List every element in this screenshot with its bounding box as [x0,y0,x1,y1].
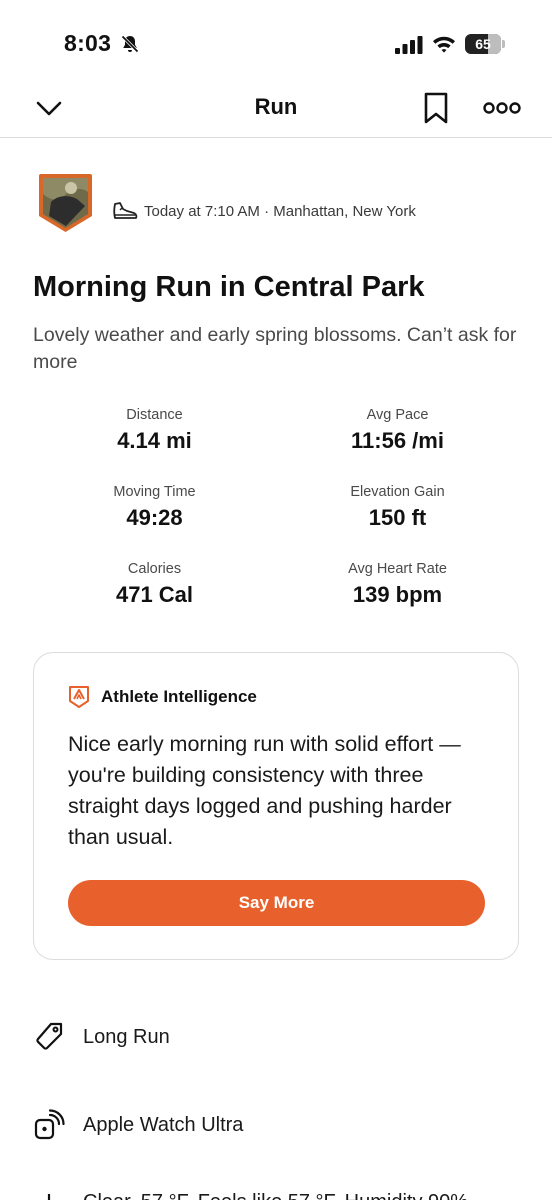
chevron-down-icon[interactable] [34,94,64,124]
page-title: Run [254,94,298,119]
detail-text: Long Run [83,1025,170,1048]
stat-value: 471 Cal [115,582,194,607]
more-icon[interactable] [483,98,521,118]
athlete-intelligence-body: Nice early morning run with solid effort… [68,732,461,849]
stat-value: 49:28 [126,505,183,530]
stat-label: Distance [126,407,183,423]
stat-value: 150 ft [368,505,427,530]
stat-distance: Distance 4.14 mi [33,404,276,454]
stat-label: Avg Pace [366,407,429,423]
athlete-intelligence-card: Athlete Intelligence Nice early morning … [33,652,519,960]
battery-level: 65 [475,36,491,52]
bell-slash-icon [121,35,139,53]
nav-bar: Run [0,80,552,138]
stat-avg-heart-rate: Avg Heart Rate 139 bpm [276,558,519,608]
stat-value: 139 bpm [352,582,443,607]
activity-description: Lovely weather and early spring blossoms… [33,324,517,373]
athlete-intelligence-icon [69,686,89,708]
detail-text: Apple Watch Ultra [83,1113,244,1136]
stat-label: Elevation Gain [350,484,445,500]
detail-workout-type[interactable]: Long Run [33,1017,170,1057]
status-time: 8:03 [64,30,112,56]
stat-label: Calories [127,561,182,577]
cellular-signal-icon [395,36,423,54]
detail-device[interactable]: Apple Watch Ultra [33,1105,243,1145]
detail-weather: Clear, 57 °F, Feels like 57 °F, Humidity… [33,1182,468,1200]
tag-icon [36,1022,63,1050]
stat-avg-pace: Avg Pace 11:56 /mi [276,404,519,454]
bookmark-icon[interactable] [420,91,452,125]
athlete-intelligence-header: Athlete Intelligence [68,685,257,709]
shoe-icon [113,202,138,219]
stat-value: 4.14 mi [117,428,192,453]
activity-meta-text: Today at 7:10 AM · Manhattan, New York [144,202,416,220]
weather-icon [47,1194,51,1200]
stat-label: Moving Time [113,484,196,500]
watch-icon [34,1109,65,1140]
battery-indicator: 65 [465,34,505,54]
stat-value: 11:56 /mi [351,428,444,453]
say-more-button[interactable]: Say More [68,880,485,926]
athlete-intelligence-title: Athlete Intelligence [101,687,257,706]
detail-text: Clear, 57 °F, Feels like 57 °F, Humidity… [83,1191,468,1200]
stat-elevation-gain: Elevation Gain 150 ft [276,481,519,531]
stat-calories: Calories 471 Cal [33,558,276,608]
activity-title: Morning Run in Central Park [33,271,425,303]
athlete-avatar[interactable] [37,172,94,234]
wifi-icon [433,36,455,53]
activity-meta: Today at 7:10 AM · Manhattan, New York [112,198,416,224]
stat-moving-time: Moving Time 49:28 [33,481,276,531]
stat-label: Avg Heart Rate [348,561,447,577]
status-bar: 8:03 65 [0,0,552,88]
